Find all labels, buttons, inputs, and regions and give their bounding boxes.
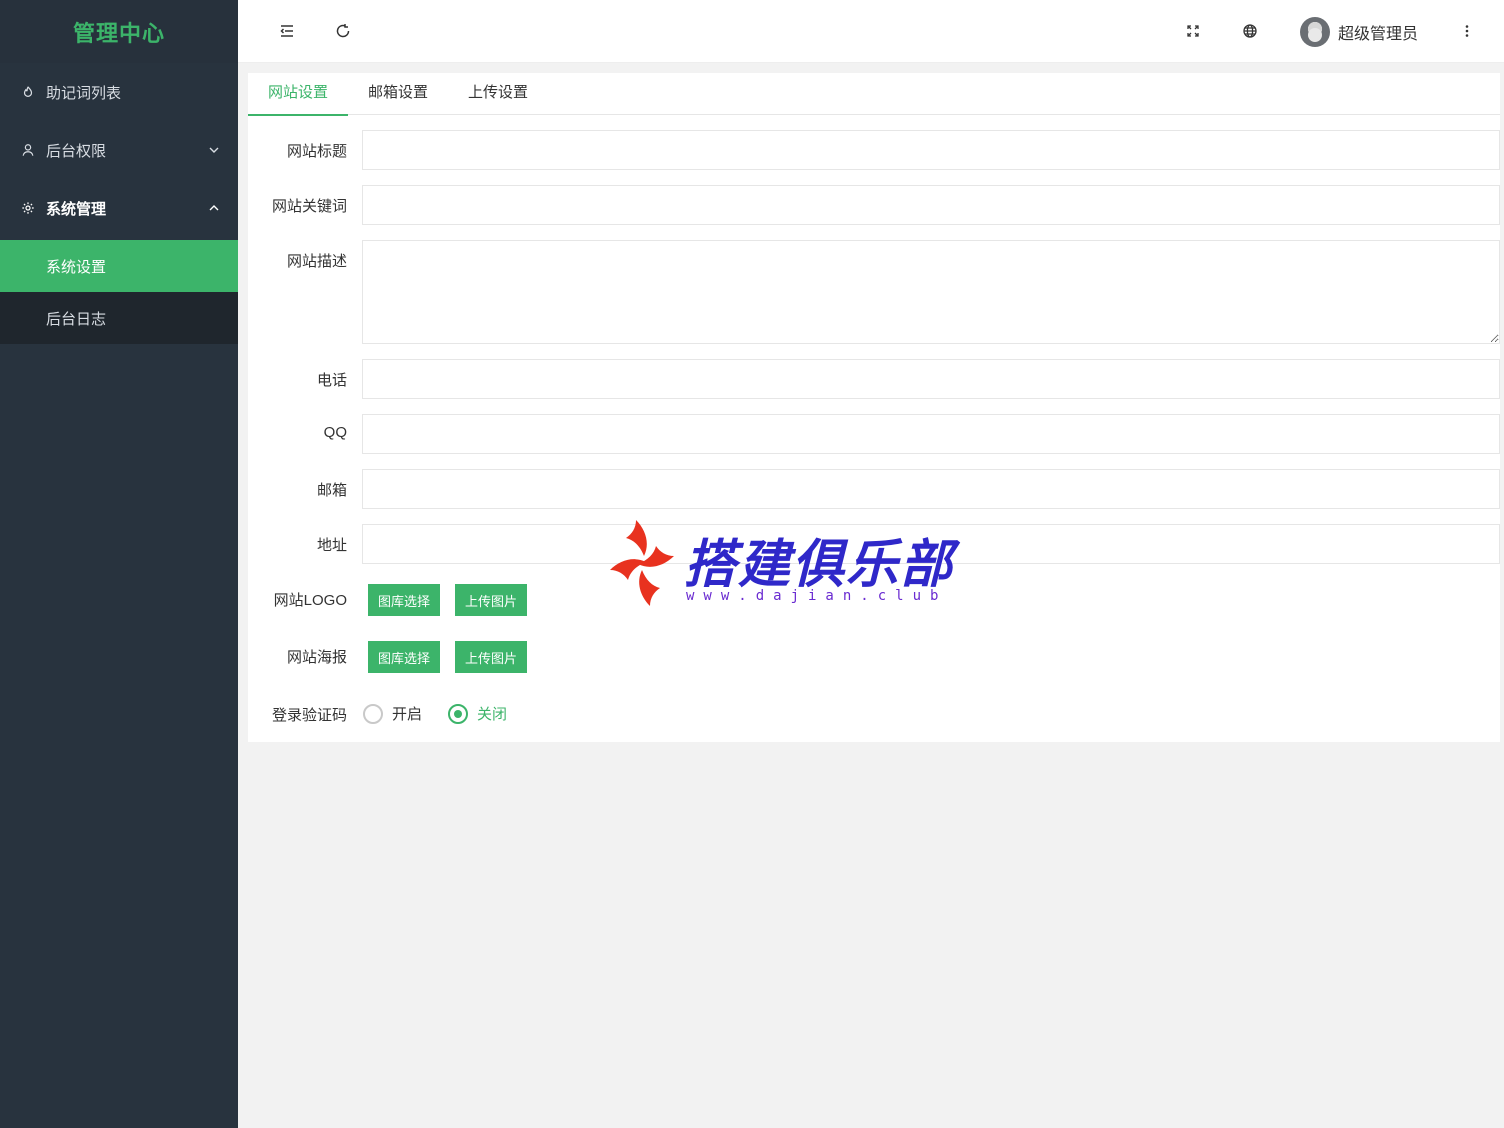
logo-upload-image-button[interactable]: 上传图片 [455, 584, 528, 616]
menu-fold-icon[interactable] [276, 20, 298, 42]
user-icon [20, 142, 36, 158]
phone-label: 电话 [316, 372, 347, 389]
fire-icon [20, 84, 36, 100]
sidebar-item-admin-logs[interactable]: 后台日志 [0, 292, 238, 344]
tab-site-settings[interactable]: 网站设置 [248, 73, 349, 116]
site-logo-label: 网站LOGO [273, 592, 347, 609]
fullscreen-icon[interactable] [1182, 20, 1204, 42]
tab-email-settings[interactable]: 邮箱设置 [348, 73, 448, 115]
captcha-on-label: 开启 [392, 706, 423, 723]
qq-input[interactable] [362, 414, 1500, 454]
site-keywords-input[interactable] [362, 185, 1500, 225]
site-description-textarea[interactable] [362, 240, 1500, 344]
poster-gallery-select-button[interactable]: 图库选择 [368, 641, 441, 673]
site-poster-label: 网站海报 [286, 649, 347, 666]
site-description-label: 网站描述 [286, 253, 347, 270]
sidebar-item-label: 系统管理 [46, 200, 107, 218]
email-label: 邮箱 [316, 482, 347, 499]
user-menu[interactable]: 超级管理员 [1300, 16, 1418, 48]
captcha-off-radio[interactable]: 关闭 [448, 703, 507, 724]
user-name: 超级管理员 [1338, 26, 1419, 43]
settings-card: 网站设置 邮箱设置 上传设置 网站标题 网站关键词 网站描述 电话 QQ 邮箱 … [248, 73, 1500, 742]
login-captcha-label: 登录验证码 [271, 707, 347, 724]
captcha-off-label: 关闭 [477, 706, 508, 723]
settings-tabs: 网站设置 邮箱设置 上传设置 [248, 73, 1500, 116]
site-title-input[interactable] [362, 130, 1500, 170]
sidebar-item-label: 后台权限 [46, 142, 107, 160]
radio-circle [363, 703, 383, 724]
address-input[interactable] [362, 524, 1500, 564]
phone-input[interactable] [362, 359, 1500, 399]
logo-gallery-select-button[interactable]: 图库选择 [368, 584, 441, 616]
sidebar-submenu: 系统设置 后台日志 [0, 240, 238, 344]
tab-upload-settings[interactable]: 上传设置 [448, 73, 548, 115]
refresh-icon[interactable] [332, 20, 354, 42]
gear-icon [20, 200, 36, 216]
app-logo: 管理中心 [0, 0, 238, 63]
sidebar-item-admin-permissions[interactable]: 后台权限 [0, 121, 238, 179]
sidebar: 管理中心 助记词列表 后台权限 系统管理 系统设置 后台日志 [0, 0, 238, 1128]
sidebar-item-system-management[interactable]: 系统管理 [0, 179, 238, 237]
email-input[interactable] [362, 469, 1500, 509]
sidebar-item-label: 助记词列表 [46, 84, 122, 102]
captcha-on-radio[interactable]: 开启 [363, 703, 422, 724]
qq-label: QQ [323, 424, 347, 441]
sidebar-item-mnemonic-list[interactable]: 助记词列表 [0, 63, 238, 121]
radio-circle [448, 703, 468, 724]
sidebar-item-system-settings[interactable]: 系统设置 [0, 240, 238, 292]
site-keywords-label: 网站关键词 [271, 198, 347, 215]
chevron-up-icon [209, 205, 219, 211]
poster-upload-image-button[interactable]: 上传图片 [455, 641, 528, 673]
chevron-down-icon [209, 147, 219, 153]
site-title-label: 网站标题 [286, 143, 347, 160]
avatar [1300, 17, 1330, 47]
more-vertical-icon[interactable] [1456, 20, 1478, 42]
address-label: 地址 [316, 537, 347, 554]
globe-icon[interactable] [1239, 20, 1261, 42]
top-header: 超级管理员 [238, 0, 1504, 63]
